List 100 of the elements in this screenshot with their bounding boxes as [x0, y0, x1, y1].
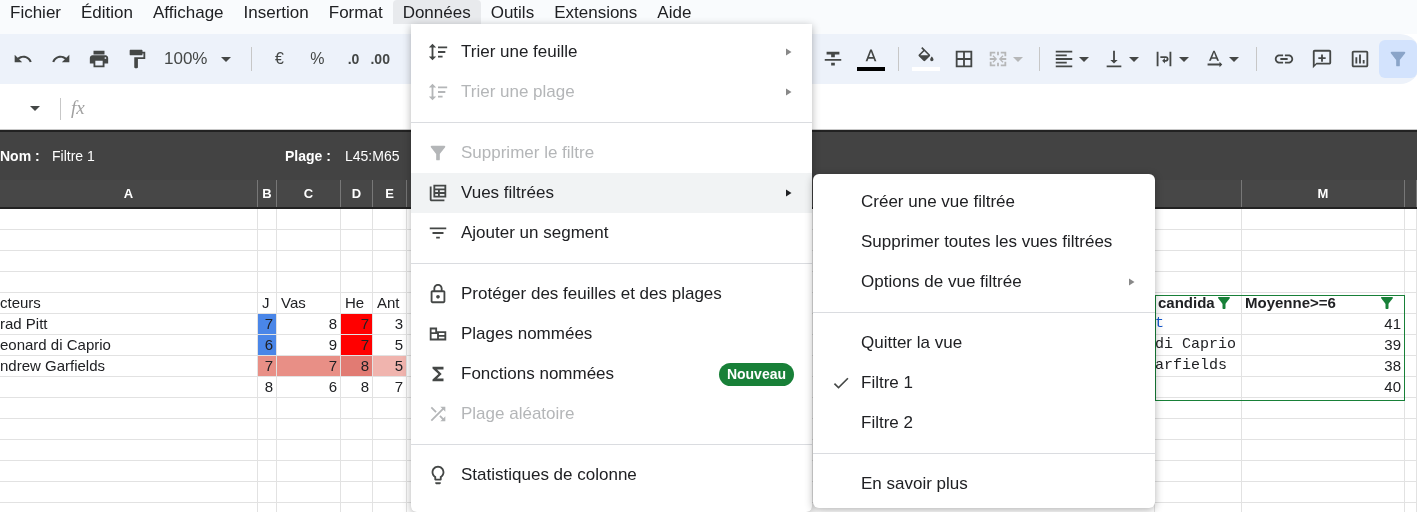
empty-cell[interactable]: [1405, 440, 1417, 461]
empty-cell[interactable]: [258, 440, 277, 461]
menu-item[interactable]: Filtre 2: [813, 403, 1155, 443]
empty-cell[interactable]: [341, 461, 373, 482]
menu-item[interactable]: Format: [318, 0, 393, 24]
empty-cell[interactable]: [277, 440, 341, 461]
empty-cell[interactable]: [341, 482, 373, 503]
empty-cell[interactable]: [0, 440, 258, 461]
menu-item[interactable]: Créer une vue filtrée: [813, 182, 1155, 222]
empty-cell[interactable]: [0, 377, 258, 398]
table-cell[interactable]: 7: [277, 356, 341, 377]
empty-cell[interactable]: [1405, 377, 1417, 398]
table-cell[interactable]: 7: [341, 335, 373, 356]
table-cell[interactable]: 6: [277, 377, 341, 398]
table-cell[interactable]: 5: [373, 356, 407, 377]
menu-item[interactable]: Édition: [71, 0, 143, 24]
table-cell[interactable]: rad Pitt: [0, 314, 258, 335]
empty-cell[interactable]: [341, 230, 373, 251]
table-cell[interactable]: 7: [341, 314, 373, 335]
empty-cell[interactable]: [1242, 440, 1405, 461]
empty-cell[interactable]: [277, 230, 341, 251]
empty-cell[interactable]: [1242, 230, 1405, 251]
menu-item[interactable]: Extensions: [544, 0, 648, 24]
menu-item[interactable]: Trier une feuille: [411, 32, 812, 72]
empty-cell[interactable]: [0, 209, 258, 230]
empty-cell[interactable]: [1405, 293, 1417, 314]
table-cell[interactable]: 7: [373, 377, 407, 398]
menu-item[interactable]: Fonctions nommées Nouveau: [411, 354, 812, 394]
empty-cell[interactable]: [1405, 419, 1417, 440]
empty-cell[interactable]: [258, 461, 277, 482]
empty-cell[interactable]: [1405, 356, 1417, 377]
menu-item[interactable]: Statistiques de colonne: [411, 455, 812, 495]
empty-cell[interactable]: [373, 461, 407, 482]
empty-cell[interactable]: [0, 272, 258, 293]
table-cell[interactable]: 41: [1242, 314, 1405, 335]
table-cell[interactable]: Vas: [277, 293, 341, 314]
menu-item[interactable]: Outils: [480, 0, 545, 24]
table-cell[interactable]: 6: [258, 335, 277, 356]
empty-cell[interactable]: [0, 251, 258, 272]
range-field[interactable]: L45:M65: [345, 145, 400, 167]
empty-cell[interactable]: [277, 461, 341, 482]
table-cell[interactable]: 7: [258, 356, 277, 377]
empty-cell[interactable]: [373, 251, 407, 272]
empty-cell[interactable]: [258, 251, 277, 272]
menu-item[interactable]: Vues filtrées: [411, 173, 812, 213]
table-cell[interactable]: 39: [1242, 335, 1405, 356]
empty-cell[interactable]: [1405, 314, 1417, 335]
empty-cell[interactable]: [0, 419, 258, 440]
empty-cell[interactable]: [277, 251, 341, 272]
empty-cell[interactable]: [341, 272, 373, 293]
column-header[interactable]: D: [351, 183, 362, 204]
table-cell[interactable]: Moyenne>=6: [1242, 293, 1405, 314]
table-cell[interactable]: 3: [373, 314, 407, 335]
column-header[interactable]: M: [1317, 183, 1329, 204]
table-cell[interactable]: cteurs: [0, 293, 258, 314]
zoom-dropdown[interactable]: 100%: [156, 41, 244, 77]
table-cell[interactable]: 38: [1242, 356, 1405, 377]
decrease-decimals-button[interactable]: .0: [336, 41, 371, 77]
empty-cell[interactable]: [0, 461, 258, 482]
empty-cell[interactable]: [341, 209, 373, 230]
column-header[interactable]: E: [385, 183, 394, 204]
empty-cell[interactable]: [1405, 482, 1417, 503]
empty-cell[interactable]: [373, 440, 407, 461]
empty-cell[interactable]: [0, 398, 258, 419]
empty-cell[interactable]: [1242, 251, 1405, 272]
empty-cell[interactable]: [341, 251, 373, 272]
empty-cell[interactable]: [0, 482, 258, 503]
empty-cell[interactable]: [1405, 209, 1417, 230]
empty-cell[interactable]: [1242, 209, 1405, 230]
menu-item[interactable]: Insertion: [233, 0, 319, 24]
filter-name-field[interactable]: Filtre 1: [52, 145, 285, 167]
empty-cell[interactable]: [373, 209, 407, 230]
empty-cell[interactable]: [1405, 251, 1417, 272]
menu-item[interactable]: Filtre 1: [813, 363, 1155, 403]
menu-item[interactable]: En savoir plus: [813, 464, 1155, 504]
table-cell[interactable]: 7: [258, 314, 277, 335]
empty-cell[interactable]: [258, 209, 277, 230]
empty-cell[interactable]: [373, 398, 407, 419]
menu-item[interactable]: Affichage: [143, 0, 234, 24]
empty-cell[interactable]: [1242, 461, 1405, 482]
table-cell[interactable]: Ant: [373, 293, 407, 314]
table-cell[interactable]: 40: [1242, 377, 1405, 398]
empty-cell[interactable]: [341, 419, 373, 440]
table-cell[interactable]: eonard di Caprio: [0, 335, 258, 356]
empty-cell[interactable]: [277, 398, 341, 419]
empty-cell[interactable]: [1242, 272, 1405, 293]
menu-item[interactable]: Options de vue filtrée: [813, 262, 1155, 302]
menu-item[interactable]: Quitter la vue: [813, 323, 1155, 363]
menu-item[interactable]: Aide: [647, 0, 702, 24]
empty-cell[interactable]: [258, 398, 277, 419]
empty-cell[interactable]: [1242, 482, 1405, 503]
empty-cell[interactable]: [277, 482, 341, 503]
column-header[interactable]: C: [303, 183, 314, 204]
empty-cell[interactable]: [258, 230, 277, 251]
empty-cell[interactable]: [258, 482, 277, 503]
menu-item[interactable]: Fichier: [0, 0, 71, 24]
empty-cell[interactable]: [1405, 398, 1417, 419]
increase-decimals-button[interactable]: .00: [370, 41, 407, 77]
empty-cell[interactable]: [1405, 272, 1417, 293]
column-header[interactable]: A: [123, 183, 134, 204]
